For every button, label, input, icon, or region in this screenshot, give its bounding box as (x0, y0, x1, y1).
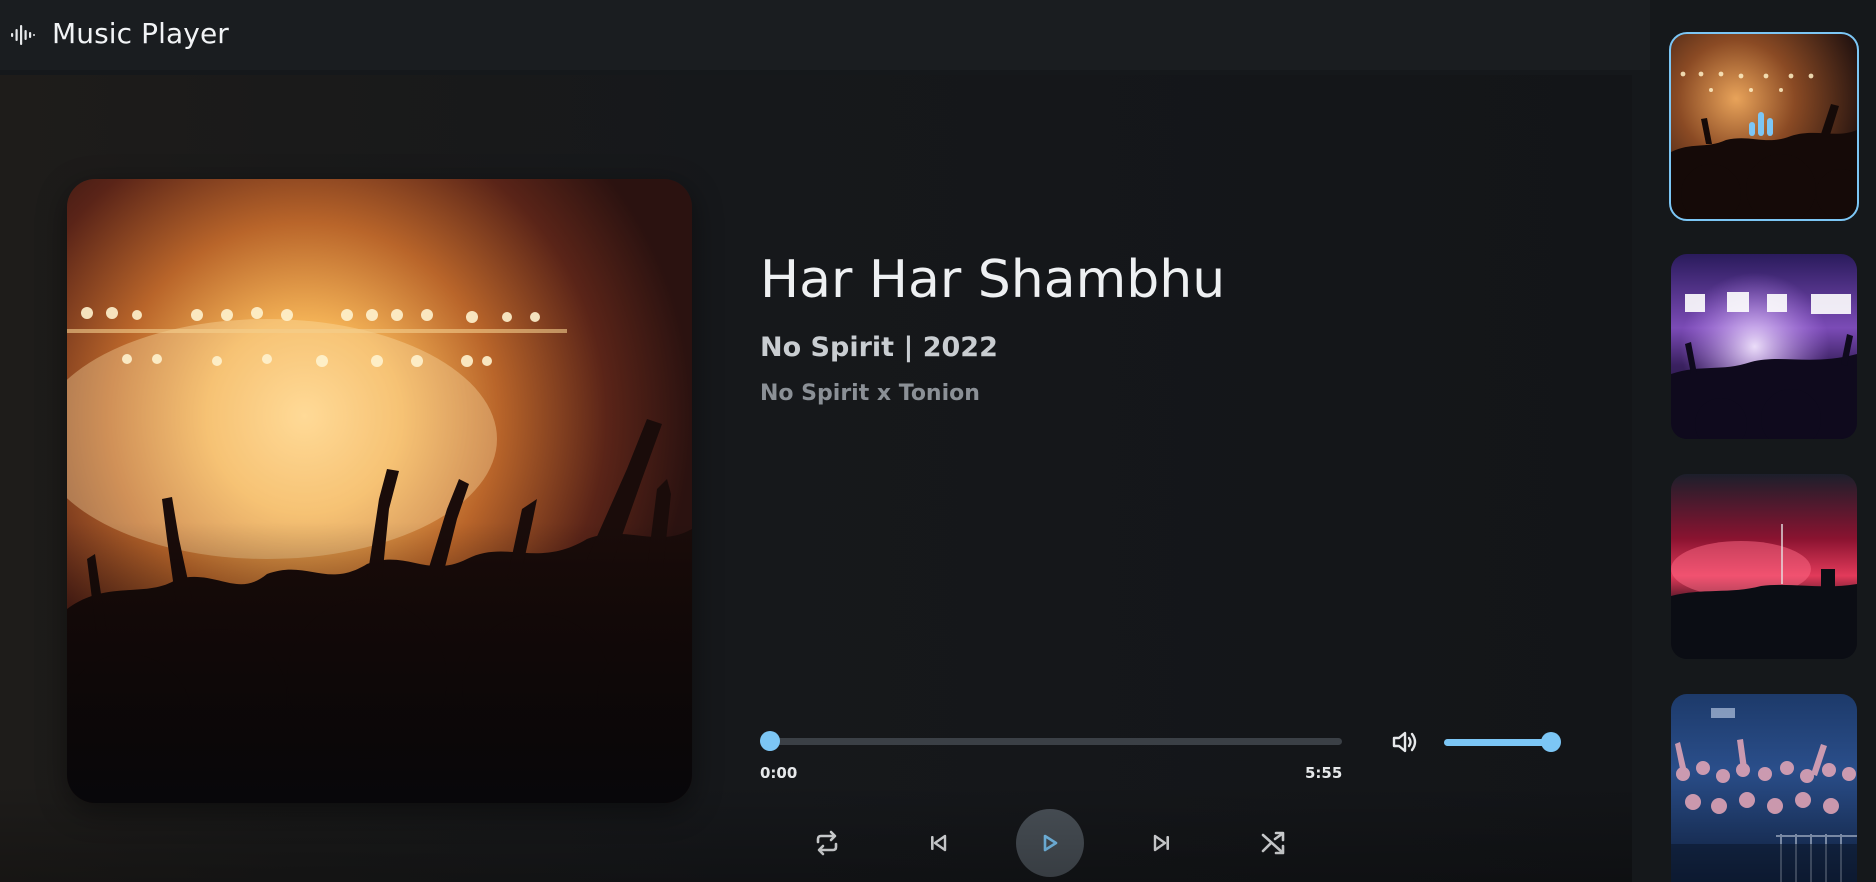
shuffle-button[interactable] (1245, 815, 1301, 871)
playlist-item-2[interactable] (1671, 254, 1857, 439)
play-button[interactable] (1016, 809, 1084, 877)
concert-red-smoke-thumbnail (1671, 474, 1857, 659)
previous-button[interactable] (910, 815, 966, 871)
concert-orange-crowd-thumbnail (1671, 34, 1857, 219)
progress-thumb[interactable] (760, 731, 780, 751)
playlist-item-3[interactable] (1671, 474, 1857, 659)
app-header: Music Player (0, 0, 1650, 70)
play-icon (1043, 834, 1058, 852)
song-title: Har Har Shambhu (760, 250, 1226, 310)
waveform-icon (11, 25, 35, 45)
skip-next-icon (1153, 834, 1169, 852)
volume-thumb[interactable] (1540, 732, 1561, 752)
volume-icon[interactable] (1390, 727, 1420, 757)
concert-purple-lights-thumbnail (1671, 254, 1857, 439)
app-title: Music Player (52, 17, 229, 50)
concert-blue-crowd-thumbnail (1671, 694, 1857, 882)
next-button[interactable] (1134, 815, 1190, 871)
elapsed-time: 0:00 (760, 764, 798, 782)
song-artists: No Spirit x Tonion (760, 381, 980, 406)
playlist-item-1[interactable] (1669, 32, 1859, 221)
playlist-item-4[interactable] (1671, 694, 1857, 882)
player-panel: Har Har Shambhu No Spirit | 2022 No Spir… (0, 75, 1632, 882)
album-cover (67, 179, 692, 803)
total-duration: 5:55 (1305, 764, 1343, 782)
progress-rail[interactable] (760, 738, 1342, 745)
volume-fill (1444, 739, 1551, 746)
repeat-button[interactable] (799, 815, 855, 871)
repeat-icon (816, 830, 838, 856)
shuffle-icon (1261, 831, 1285, 855)
progress-slider[interactable] (760, 731, 1342, 751)
skip-previous-icon (931, 834, 947, 852)
concert-crowd-image (67, 179, 692, 803)
song-album-year: No Spirit | 2022 (760, 332, 998, 363)
volume-slider[interactable] (1444, 732, 1561, 752)
